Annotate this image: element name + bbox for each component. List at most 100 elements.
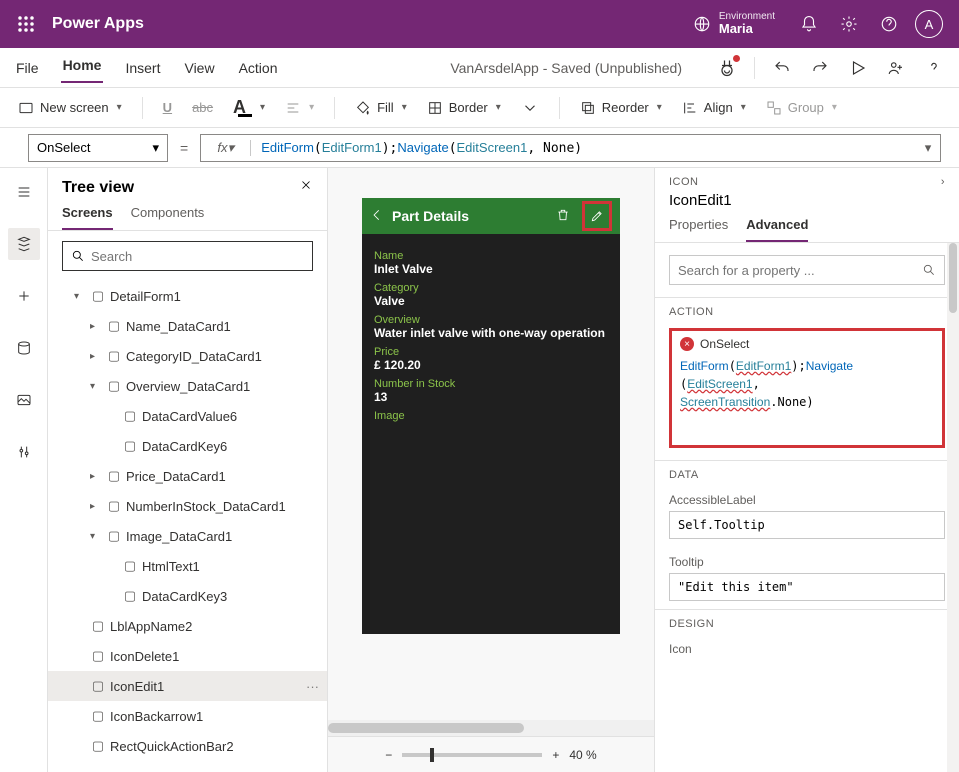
tree-search[interactable] [62,241,313,271]
tab-advanced[interactable]: Advanced [746,217,808,242]
environment-picker[interactable]: Environment Maria [679,11,789,36]
canvas-area: Part Details NameInlet ValveCategoryValv… [328,168,654,772]
tree-node[interactable]: ▢DataCardKey3 [48,581,327,611]
rail-insert-icon[interactable] [8,280,40,312]
formula-text[interactable]: EditForm(EditForm1);Navigate(EditScreen1… [251,140,916,156]
new-screen-button[interactable]: New screen▾ [14,98,126,118]
environment-label: Environment [719,11,775,22]
tree-node[interactable]: ▢IconDelete1 [48,641,327,671]
horizontal-scrollbar[interactable] [328,720,654,736]
zoom-bar: − + 40 % [328,736,654,772]
tree-node[interactable]: ▸▢NumberInStock_DataCard1 [48,491,327,521]
screen-title: Part Details [392,208,548,224]
menu-home[interactable]: Home [61,53,104,83]
tree-node[interactable]: ▢LblAppName2 [48,611,327,641]
property-search[interactable] [669,255,945,285]
close-icon[interactable] [299,178,313,197]
waffle-icon[interactable] [10,16,42,32]
onselect-property[interactable]: ×OnSelect EditForm(EditForm1);Navigate (… [669,328,945,448]
rail-data-icon[interactable] [8,332,40,364]
formula-expand-icon[interactable]: ▾ [916,140,940,156]
trash-icon[interactable] [556,208,570,225]
vertical-scrollbar[interactable] [947,243,959,772]
rail-tree-icon[interactable] [8,228,40,260]
tree-node[interactable]: ▸▢Name_DataCard1 [48,311,327,341]
field-value: Water inlet valve with one-way operation [374,326,608,340]
tree-node[interactable]: ▢HtmlText1 [48,551,327,581]
tree-node[interactable]: ▢DataCardValue6 [48,401,327,431]
rail-advanced-icon[interactable] [8,436,40,468]
underline-button[interactable]: U [159,98,176,117]
app-checker-icon[interactable] [716,57,738,79]
strikethrough-button[interactable]: abc [188,98,217,117]
menu-insert[interactable]: Insert [123,56,162,80]
field-value: Valve [374,294,608,308]
document-title: VanArsdelApp - Saved (Unpublished) [450,60,682,76]
field-label: Overview [374,314,608,326]
fx-icon: fx ▾ [201,140,251,156]
fill-button[interactable]: Fill▾ [351,98,411,118]
tree-node[interactable]: ▸▢Price_DataCard1 [48,461,327,491]
menu-file[interactable]: File [14,56,41,80]
avatar[interactable]: A [909,0,949,48]
tab-components[interactable]: Components [131,205,205,230]
font-color-button[interactable]: A▾ [229,95,269,120]
control-name: IconEdit1 [655,192,959,217]
tree-node[interactable]: ▾▢Image_DataCard1 [48,521,327,551]
zoom-percent: 40 % [569,748,596,762]
border-button[interactable]: Border▾ [423,98,505,118]
menu-view[interactable]: View [182,56,216,80]
tree-node[interactable]: ▢DataCardKey6 [48,431,327,461]
reorder-button[interactable]: Reorder▾ [576,98,666,118]
tree-node[interactable]: ▢IconBackarrow1 [48,701,327,731]
tab-screens[interactable]: Screens [62,205,113,230]
app-header: Power Apps Environment Maria A [0,0,959,48]
align-text-button[interactable]: ▾ [281,98,318,118]
property-search-input[interactable] [678,263,916,278]
zoom-slider[interactable] [402,753,542,757]
environment-name: Maria [719,22,775,36]
group-button[interactable]: Group▾ [762,98,841,118]
phone-preview: Part Details NameInlet ValveCategoryValv… [362,198,620,634]
help-icon[interactable] [869,0,909,48]
tree-node[interactable]: ▾▢Overview_DataCard1 [48,371,327,401]
ribbon-toolbar: New screen▾ U abc A▾ ▾ Fill▾ Border▾ Reo… [0,88,959,128]
edit-icon-selected[interactable] [582,201,612,231]
menu-action[interactable]: Action [237,56,280,80]
tree-title: Tree view [62,179,134,197]
section-action: ACTION [655,297,959,322]
tree-node[interactable]: ▢IconEdit1··· [48,671,327,701]
zoom-in-icon[interactable]: + [552,748,559,762]
field-label: Number in Stock [374,378,608,390]
redo-icon[interactable] [809,57,831,79]
menu-help-icon[interactable] [923,57,945,79]
rail-media-icon[interactable] [8,384,40,416]
property-dropdown[interactable]: OnSelect▾ [28,134,168,162]
formula-input[interactable]: fx ▾ EditForm(EditForm1);Navigate(EditSc… [200,134,941,162]
back-icon[interactable] [370,208,384,225]
undo-icon[interactable] [771,57,793,79]
align-objects-button[interactable]: Align▾ [678,98,750,118]
play-icon[interactable] [847,57,869,79]
tree-search-input[interactable] [91,249,304,264]
equals-sign: = [180,140,188,156]
chevron-down-icon: ▾ [117,102,122,113]
tab-properties[interactable]: Properties [669,217,728,242]
tree-node[interactable]: ▢RectQuickActionBar2 [48,731,327,761]
tooltip-input[interactable]: "Edit this item" [669,573,945,601]
accessiblelabel-input[interactable]: Self.Tooltip [669,511,945,539]
onselect-code[interactable]: EditForm(EditForm1);Navigate (EditScreen… [680,357,934,411]
field-value: 13 [374,390,608,404]
rail-hamburger-icon[interactable] [8,176,40,208]
notifications-icon[interactable] [789,0,829,48]
share-icon[interactable] [885,57,907,79]
tree-view-panel: Tree view Screens Components ▾▢DetailFor… [48,168,328,772]
search-icon [922,263,936,277]
zoom-out-icon[interactable]: − [385,748,392,762]
gear-icon[interactable] [829,0,869,48]
more-format-button[interactable] [517,97,543,119]
app-title: Power Apps [52,15,144,33]
tree-node[interactable]: ▾▢DetailForm1 [48,281,327,311]
tree-node[interactable]: ▸▢CategoryID_DataCard1 [48,341,327,371]
chevron-right-icon[interactable]: › [941,176,945,188]
